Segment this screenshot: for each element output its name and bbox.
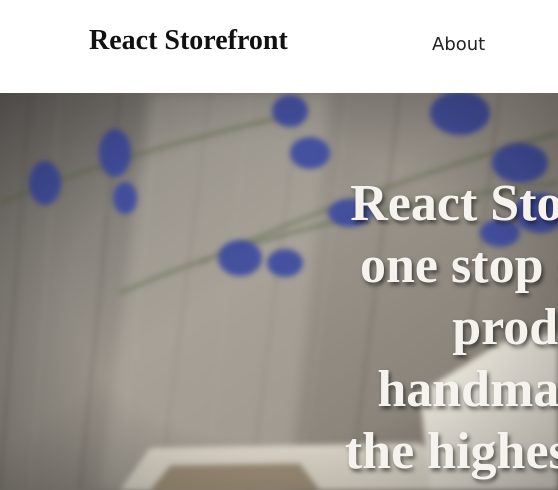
hero-headline: React Storefront - one stop shop for pro… [344,175,558,480]
nav-link-about[interactable]: About [432,34,485,55]
site-header: React Storefront About [0,0,558,93]
hero-banner: React Storefront - one stop shop for pro… [0,93,558,490]
brand-logo-link[interactable]: React Storefront [89,25,288,57]
